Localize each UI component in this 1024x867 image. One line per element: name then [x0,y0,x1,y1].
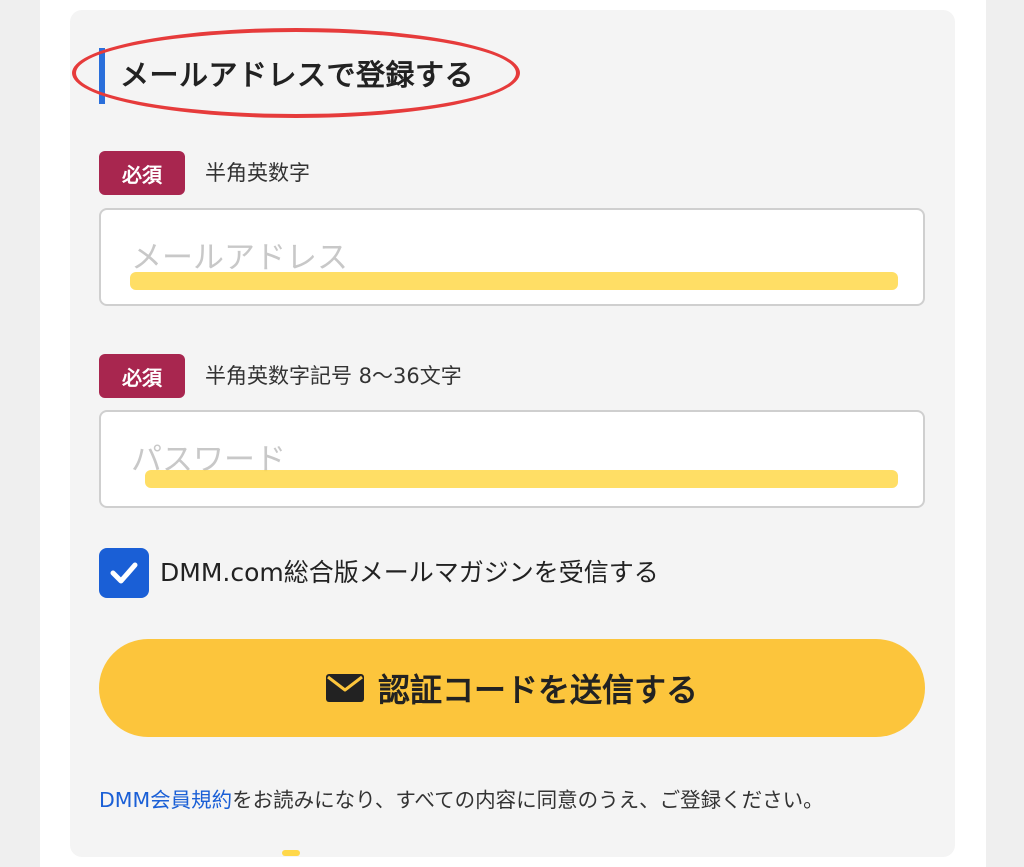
bottom-highlight-fragment [282,850,300,856]
password-field-box [99,410,925,508]
email-field-box [99,208,925,306]
terms-link[interactable]: DMM会員規約 [99,788,232,812]
terms-notice: DMM会員規約をお読みになり、すべての内容に同意のうえ、ご登録ください。 [99,780,824,820]
password-required-badge: 必須 [99,354,185,398]
envelope-icon [325,674,364,702]
send-code-label: 認証コードを送信する [377,671,698,709]
password-hint: 半角英数字記号 8〜36文字 [205,364,462,388]
terms-text: をお読みになり、すべての内容に同意のうえ、ご登録ください。 [232,788,824,812]
password-highlight-mark [145,470,898,488]
email-highlight-mark [130,272,898,290]
email-hint: 半角英数字 [205,161,310,185]
checkmark-icon [110,562,138,584]
annotation-oval [72,28,520,118]
email-required-badge: 必須 [99,151,185,195]
send-code-button[interactable]: 認証コードを送信する [99,639,925,737]
newsletter-checkbox[interactable] [99,548,149,598]
newsletter-label[interactable]: DMM.com総合版メールマガジンを受信する [160,552,659,594]
